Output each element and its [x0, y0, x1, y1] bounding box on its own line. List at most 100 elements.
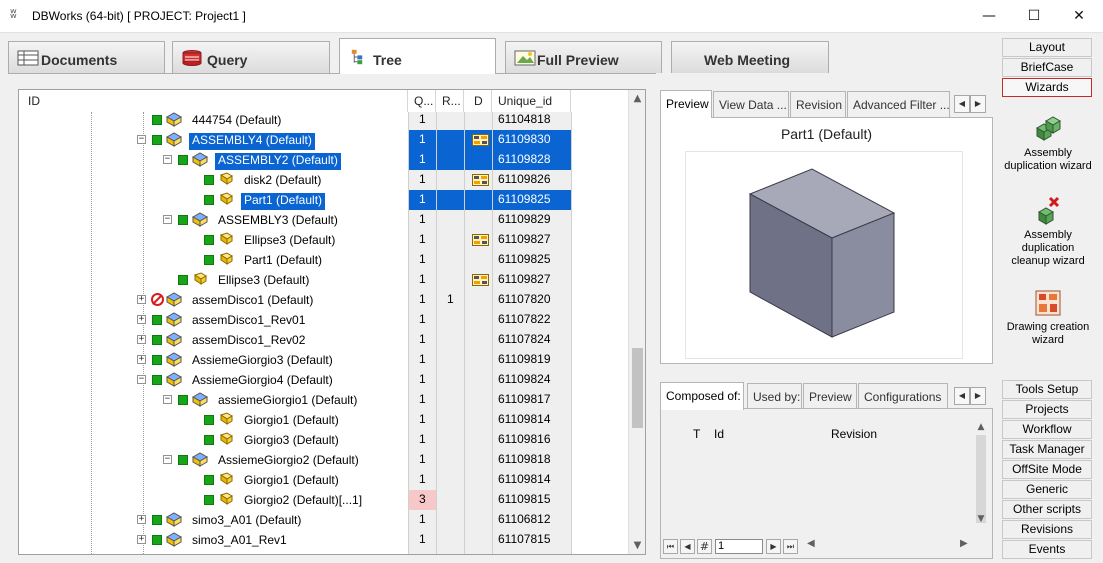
tab-documents[interactable]: Documents [8, 41, 165, 73]
tree-panel[interactable]: ID Q... R... D Unique_id 444754 (Default… [18, 89, 646, 555]
tree-row[interactable]: Giorgio1 (Default) 1 61109814 [19, 410, 629, 430]
sidebar-workflow-button[interactable]: Workflow [1002, 420, 1092, 439]
collapse-icon[interactable]: − [137, 135, 146, 144]
sidebar-layout-button[interactable]: Layout [1002, 38, 1092, 57]
tree-item-name[interactable]: simo3_A01 (Default) [189, 513, 304, 530]
tree-row[interactable]: Ellipse3 (Default) 1 61109827 [19, 270, 629, 290]
assembly-duplication-cleanup-wizard[interactable]: Assembly duplication cleanup wizard [1002, 196, 1094, 268]
scroll-left-arrow-icon[interactable]: ◀ [807, 538, 815, 549]
column-header-id[interactable]: ID [19, 90, 408, 112]
sidebar-events-button[interactable]: Events [1002, 540, 1092, 559]
tab-configurations[interactable]: Configurations [858, 383, 948, 409]
assembly-duplication-wizard[interactable]: Assembly duplication wizard [1002, 114, 1094, 173]
scroll-right-arrow-icon[interactable]: ▶ [960, 538, 968, 549]
tab-view-data[interactable]: View Data ... [713, 91, 789, 117]
scroll-down-arrow-icon[interactable]: ▼ [629, 537, 645, 554]
tab-query[interactable]: Query [172, 41, 330, 73]
tab-scroll-left-icon[interactable]: ◀ [954, 95, 970, 113]
tab-composed-preview[interactable]: Preview [803, 383, 857, 409]
tree-item-name[interactable]: Part1 (Default) [241, 253, 325, 270]
expand-icon[interactable]: + [137, 295, 146, 304]
expand-icon[interactable]: + [137, 335, 146, 344]
drawing-document-icon[interactable] [472, 174, 489, 186]
tree-item-name[interactable]: Ellipse3 (Default) [215, 273, 312, 290]
tree-item-name[interactable]: Giorgio1 (Default) [241, 413, 342, 430]
tree-item-name[interactable]: assiemeGiorgio1 (Default) [215, 393, 360, 410]
composed-vertical-scrollbar[interactable]: ▲ ▼ [973, 419, 989, 527]
tab-tree[interactable]: Tree [339, 38, 496, 74]
sidebar-generic-button[interactable]: Generic [1002, 480, 1092, 499]
drawing-creation-wizard[interactable]: Drawing creation wizard [1002, 288, 1094, 347]
tree-item-name[interactable]: assemDisco1_Rev01 [189, 313, 308, 330]
column-header-q[interactable]: Q... [408, 90, 436, 112]
tree-item-name[interactable]: Giorgio3 (Default) [241, 433, 342, 450]
tree-row[interactable]: − ASSEMBLY3 (Default) 1 61109829 [19, 210, 629, 230]
expand-icon[interactable]: + [137, 315, 146, 324]
tree-row[interactable]: − AssiemeGiorgio2 (Default) 1 61109818 [19, 450, 629, 470]
column-header-d[interactable]: D [464, 90, 492, 112]
previous-record-icon[interactable]: ◀ [680, 539, 695, 554]
next-record-icon[interactable]: ▶ [766, 539, 781, 554]
tree-row[interactable]: − ASSEMBLY4 (Default) 1 61109830 [19, 130, 629, 150]
tree-row[interactable]: + simo3_A01 (Default) 1 61106812 [19, 510, 629, 530]
expand-icon[interactable]: + [137, 355, 146, 364]
sidebar-tools-setup-button[interactable]: Tools Setup [1002, 380, 1092, 399]
tree-row[interactable]: − assiemeGiorgio1 (Default) 1 61109817 [19, 390, 629, 410]
tab-full-preview[interactable]: Full Preview [505, 41, 662, 73]
tree-item-name[interactable]: AssiemeGiorgio4 (Default) [189, 373, 336, 390]
tree-item-name[interactable]: assemDisco1_Rev02 [189, 333, 308, 350]
tab-composed-of[interactable]: Composed of: [660, 382, 744, 410]
tree-row[interactable]: 444754 (Default) 1 61104818 [19, 110, 629, 130]
column-header-unique-id[interactable]: Unique_id [492, 90, 571, 112]
expand-icon[interactable]: + [137, 515, 146, 524]
tree-row[interactable]: − ASSEMBLY2 (Default) 1 61109828 [19, 150, 629, 170]
tree-row[interactable]: + assemDisco1 (Default) 1 1 61107820 [19, 290, 629, 310]
tree-item-name[interactable]: simo3_A01_Rev1 [189, 533, 290, 550]
tree-item-name[interactable]: assemDisco1 (Default) [189, 293, 316, 310]
tab-used-by[interactable]: Used by: [747, 383, 802, 409]
collapse-icon[interactable]: − [163, 155, 172, 164]
tree-item-name[interactable]: ASSEMBLY3 (Default) [215, 213, 341, 230]
tree-item-name[interactable]: Giorgio1 (Default) [241, 473, 342, 490]
maximize-button[interactable]: ☐ [1011, 0, 1057, 32]
tree-row[interactable]: Ellipse3 (Default) 1 61109827 [19, 230, 629, 250]
drawing-document-icon[interactable] [472, 134, 489, 146]
expand-icon[interactable]: + [137, 535, 146, 544]
tab-scroll-right-icon[interactable]: ▶ [970, 387, 986, 405]
tree-item-name[interactable]: ASSEMBLY2 (Default) [215, 153, 341, 170]
column-header-r[interactable]: R... [436, 90, 464, 112]
tab-revision[interactable]: Revision [790, 91, 846, 117]
sidebar-revisions-button[interactable]: Revisions [1002, 520, 1092, 539]
sidebar-other-scripts-button[interactable]: Other scripts [1002, 500, 1092, 519]
tree-row[interactable]: Giorgio1 (Default) 1 61109814 [19, 470, 629, 490]
scroll-up-arrow-icon[interactable]: ▲ [973, 419, 989, 435]
close-button[interactable]: ✕ [1056, 0, 1102, 32]
tab-advanced-filter[interactable]: Advanced Filter ... [847, 91, 950, 117]
drawing-document-icon[interactable] [472, 274, 489, 286]
tree-item-name[interactable]: disk2 (Default) [241, 173, 324, 190]
sidebar-projects-button[interactable]: Projects [1002, 400, 1092, 419]
collapse-icon[interactable]: − [163, 455, 172, 464]
composed-list[interactable]: T Id Revision [663, 411, 972, 539]
tree-row[interactable]: Part1 (Default) 1 61109825 [19, 190, 629, 210]
sidebar-wizards-button[interactable]: Wizards [1002, 78, 1092, 97]
tree-row[interactable]: + simo3_A01_Rev1 1 61107815 [19, 530, 629, 550]
tree-row[interactable]: Giorgio2 (Default)[...1] 3 61109815 [19, 490, 629, 510]
tree-row[interactable]: − AssiemeGiorgio4 (Default) 1 61109824 [19, 370, 629, 390]
tree-vertical-scrollbar[interactable]: ▲ ▼ [628, 90, 645, 554]
tree-row[interactable]: + assemDisco1_Rev01 1 61107822 [19, 310, 629, 330]
column-header-id[interactable]: Id [714, 427, 724, 441]
minimize-button[interactable]: — [966, 0, 1012, 32]
sidebar-offsite-mode-button[interactable]: OffSite Mode [1002, 460, 1092, 479]
column-header-t[interactable]: T [693, 427, 700, 441]
tree-item-name[interactable]: Ellipse3 (Default) [241, 233, 338, 250]
sidebar-briefcase-button[interactable]: BriefCase [1002, 58, 1092, 77]
first-record-icon[interactable]: ⏮ [663, 539, 678, 554]
scroll-up-arrow-icon[interactable]: ▲ [629, 90, 645, 107]
record-number-input[interactable]: 1 [715, 539, 763, 554]
tree-row[interactable]: disk2 (Default) 1 61109826 [19, 170, 629, 190]
last-record-icon[interactable]: ⏭ [783, 539, 798, 554]
tree-row[interactable]: Giorgio3 (Default) 1 61109816 [19, 430, 629, 450]
tree-item-name[interactable]: 444754 (Default) [189, 113, 284, 130]
collapse-icon[interactable]: − [163, 215, 172, 224]
